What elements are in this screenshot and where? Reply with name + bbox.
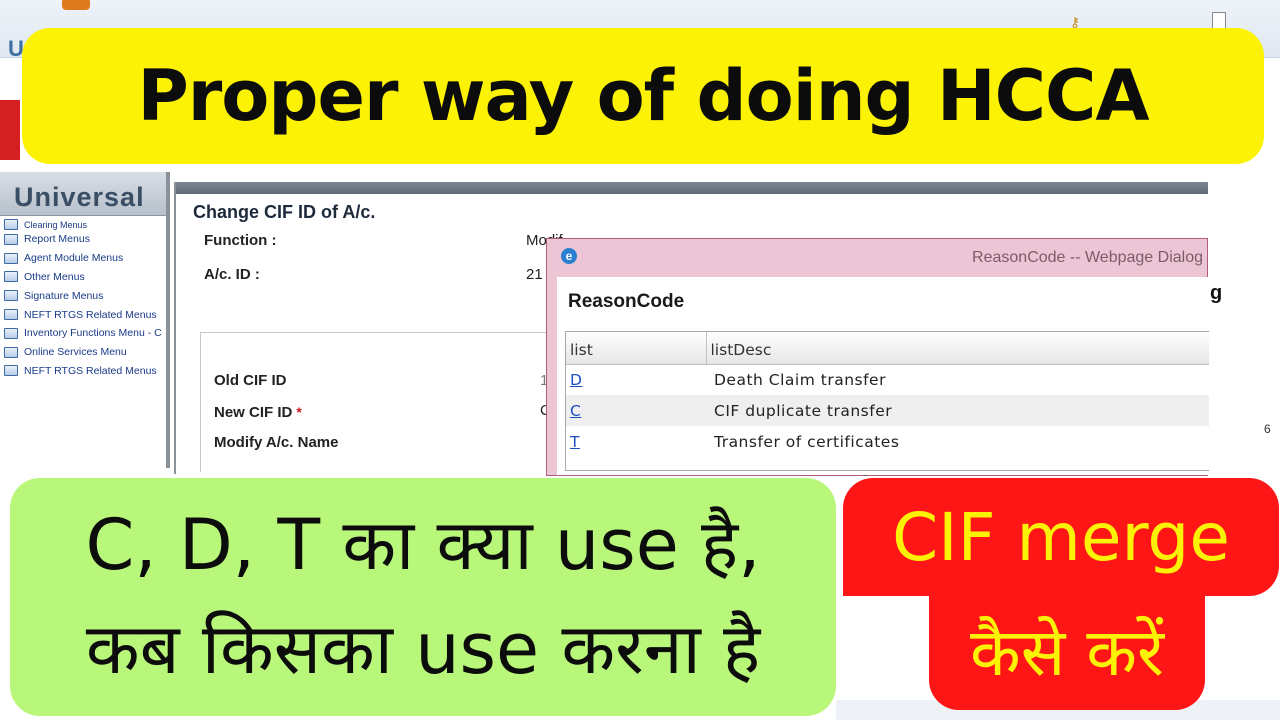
sidebar-item-other-menus[interactable]: Other Menus: [0, 268, 166, 287]
table-row[interactable]: C CIF duplicate transfer: [566, 395, 1209, 426]
function-label: Function :: [204, 232, 277, 249]
question-line-1: C, D, T का क्या use है,: [85, 504, 761, 586]
sidebar-item-label: Online Services Menu: [24, 346, 127, 359]
sidebar-item-label: Inventory Functions Menu - C: [24, 327, 162, 340]
reason-code-desc: Transfer of certificates: [714, 432, 900, 451]
folder-arrow-icon: [4, 290, 18, 302]
folder-arrow-icon: [4, 309, 18, 321]
sidebar-item-label: NEFT RTGS Related Menus: [24, 308, 157, 321]
page-title: Change CIF ID of A/c.: [193, 202, 376, 222]
cif-merge-banner: CIF merge: [843, 478, 1279, 596]
sidebar-item-report-menus[interactable]: Report Menus: [0, 230, 166, 249]
new-cif-label: New CIF ID *: [214, 404, 302, 421]
reason-code-link[interactable]: D: [566, 364, 706, 395]
reason-code-grid: list listDesc D Death Claim transfer C C…: [565, 331, 1209, 471]
column-header-listdesc[interactable]: listDesc: [706, 332, 1209, 365]
reason-code-desc: CIF duplicate transfer: [706, 395, 1209, 426]
right-pane-letter: g: [1210, 282, 1223, 304]
question-line-2: कब किसका use करना है: [85, 608, 761, 690]
headline-banner: Proper way of doing HCCA: [22, 28, 1264, 164]
app-logo-icon: [62, 0, 90, 10]
sidebar-menu: Clearing Menus Report Menus Agent Module…: [0, 216, 166, 380]
brand-title: Universal: [0, 172, 166, 216]
sidebar-item-agent-module-menus[interactable]: Agent Module Menus: [0, 249, 166, 268]
sidebar-item-online-services[interactable]: Online Services Menu: [0, 343, 166, 362]
right-pane-number: 6: [1264, 422, 1271, 436]
cif-merge-line-2: कैसे करें: [970, 614, 1164, 691]
sidebar-item-neft-rtgs-2[interactable]: NEFT RTGS Related Menus: [0, 362, 166, 381]
sidebar-item-label: Signature Menus: [24, 289, 104, 302]
cif-merge-banner-lower: कैसे करें: [929, 590, 1205, 710]
headline-text: Proper way of doing HCCA: [137, 55, 1149, 137]
reason-code-table: list listDesc D Death Claim transfer C C…: [566, 332, 1209, 457]
reason-code-dialog: e ReasonCode -- Webpage Dialog ReasonCod…: [546, 238, 1209, 476]
reason-code-desc: Death Claim transfer: [714, 370, 886, 389]
sidebar-item-label: Report Menus: [24, 233, 90, 246]
dialog-titlebar[interactable]: e ReasonCode -- Webpage Dialog: [547, 239, 1207, 277]
ie-browser-icon: e: [561, 248, 577, 264]
sidebar-item-signature-menus[interactable]: Signature Menus: [0, 286, 166, 305]
cif-merge-line-1: CIF merge: [892, 498, 1230, 576]
reason-code-link[interactable]: T: [566, 426, 706, 457]
question-banner: C, D, T का क्या use है, कब किसका use करन…: [10, 478, 836, 716]
new-cif-label-text: New CIF ID: [214, 404, 293, 421]
sidebar-item-label: NEFT RTGS Related Menus: [24, 364, 157, 377]
panel-header-bar: [176, 182, 1208, 194]
sidebar-item-label: Clearing Menus: [24, 220, 88, 230]
sidebar-item-clearing-menus[interactable]: Clearing Menus: [0, 218, 166, 230]
sidebar-item-label: Other Menus: [24, 270, 85, 283]
folder-arrow-icon: [4, 252, 18, 264]
folder-arrow-icon: [4, 219, 18, 230]
dialog-body: ReasonCode list listDesc D Death Claim t…: [557, 277, 1209, 475]
brand-red-bar: [0, 100, 20, 160]
sidebar: Universal Clearing Menus Report Menus Ag…: [0, 172, 170, 468]
old-cif-label: Old CIF ID: [214, 372, 287, 389]
folder-arrow-icon: [4, 365, 18, 377]
sidebar-item-neft-rtgs-1[interactable]: NEFT RTGS Related Menus: [0, 305, 166, 324]
folder-arrow-icon: [4, 271, 18, 283]
sidebar-item-inventory-functions[interactable]: Inventory Functions Menu - C: [0, 324, 166, 343]
account-id-value[interactable]: 21: [526, 266, 543, 283]
folder-arrow-icon: [4, 327, 18, 339]
folder-arrow-icon: [4, 233, 18, 245]
sidebar-item-label: Agent Module Menus: [24, 252, 124, 265]
table-row[interactable]: T Transfer of certificates: [566, 426, 1209, 457]
account-id-label: A/c. ID :: [204, 266, 260, 283]
column-header-list[interactable]: list: [566, 332, 707, 365]
modify-name-label: Modify A/c. Name: [214, 434, 339, 451]
dialog-heading: ReasonCode: [568, 291, 685, 312]
required-asterisk: *: [296, 404, 302, 420]
reason-code-link[interactable]: C: [566, 395, 706, 426]
folder-arrow-icon: [4, 346, 18, 358]
dialog-title: ReasonCode -- Webpage Dialog: [972, 249, 1203, 266]
table-row[interactable]: D Death Claim transfer: [566, 364, 1209, 395]
